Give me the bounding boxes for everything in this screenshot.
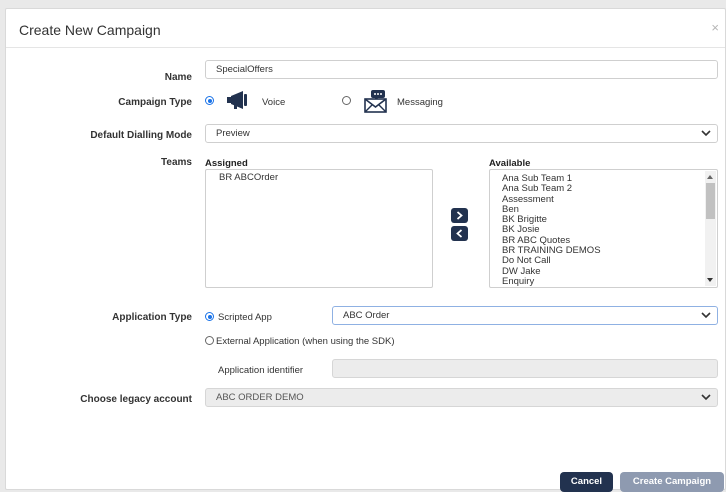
chevron-right-icon: [456, 211, 463, 220]
dialog-title: Create New Campaign: [19, 22, 161, 38]
envelope-chat-icon: [363, 89, 391, 113]
megaphone-icon: [226, 90, 254, 110]
scripted-app-radio[interactable]: [205, 312, 214, 321]
legacy-account-label: Choose legacy account: [80, 394, 192, 405]
scroll-up-arrow-icon[interactable]: [707, 175, 713, 179]
list-item[interactable]: BR ABCOrder: [206, 172, 432, 183]
create-campaign-dialog: Create New Campaign × Name Campaign Type…: [5, 8, 726, 492]
external-app-label: External Application (when using the SDK…: [216, 336, 395, 347]
create-campaign-button[interactable]: Create Campaign: [620, 472, 724, 492]
teams-label: Teams: [161, 157, 192, 168]
application-identifier-label: Application identifier: [218, 365, 304, 376]
available-teams-list[interactable]: Ana Sub Team 1 Ana Sub Team 2 Assessment…: [489, 169, 718, 288]
available-list-scrollbar[interactable]: [705, 171, 716, 286]
chevron-down-icon: [701, 130, 711, 137]
dialling-mode-value: Preview: [216, 128, 250, 139]
scripted-app-label: Scripted App: [218, 312, 272, 323]
assigned-header: Assigned: [205, 158, 248, 169]
legacy-account-select[interactable]: ABC ORDER DEMO: [205, 388, 718, 407]
name-input[interactable]: [205, 60, 718, 79]
close-icon[interactable]: ×: [711, 20, 719, 35]
external-app-radio[interactable]: [205, 336, 214, 345]
remove-team-button[interactable]: [451, 226, 468, 241]
name-label: Name: [164, 72, 192, 83]
scripted-app-value: ABC Order: [343, 310, 390, 321]
scripted-app-select[interactable]: ABC Order: [332, 306, 718, 325]
available-header: Available: [489, 158, 531, 169]
legacy-account-value: ABC ORDER DEMO: [216, 392, 304, 403]
voice-radio[interactable]: [205, 96, 214, 105]
dialling-mode-label: Default Dialling Mode: [90, 130, 192, 141]
messaging-radio[interactable]: [342, 96, 351, 105]
messaging-option-label: Messaging: [397, 97, 443, 108]
cancel-button[interactable]: Cancel: [560, 472, 613, 492]
scroll-down-arrow-icon[interactable]: [707, 278, 713, 282]
chevron-down-icon: [701, 312, 711, 319]
scroll-thumb[interactable]: [706, 183, 715, 219]
chevron-down-icon: [701, 394, 711, 401]
list-item[interactable]: Enquiry: [490, 276, 703, 287]
application-type-label: Application Type: [112, 312, 192, 323]
chevron-left-icon: [456, 229, 463, 238]
application-identifier-input[interactable]: [332, 359, 718, 378]
add-team-button[interactable]: [451, 208, 468, 223]
assigned-teams-list[interactable]: BR ABCOrder: [205, 169, 433, 288]
voice-option-label: Voice: [262, 97, 286, 108]
dialling-mode-select[interactable]: Preview: [205, 124, 718, 143]
list-item[interactable]: Assessment: [490, 194, 703, 205]
campaign-type-label: Campaign Type: [118, 97, 192, 108]
dialog-header: Create New Campaign ×: [6, 9, 725, 48]
